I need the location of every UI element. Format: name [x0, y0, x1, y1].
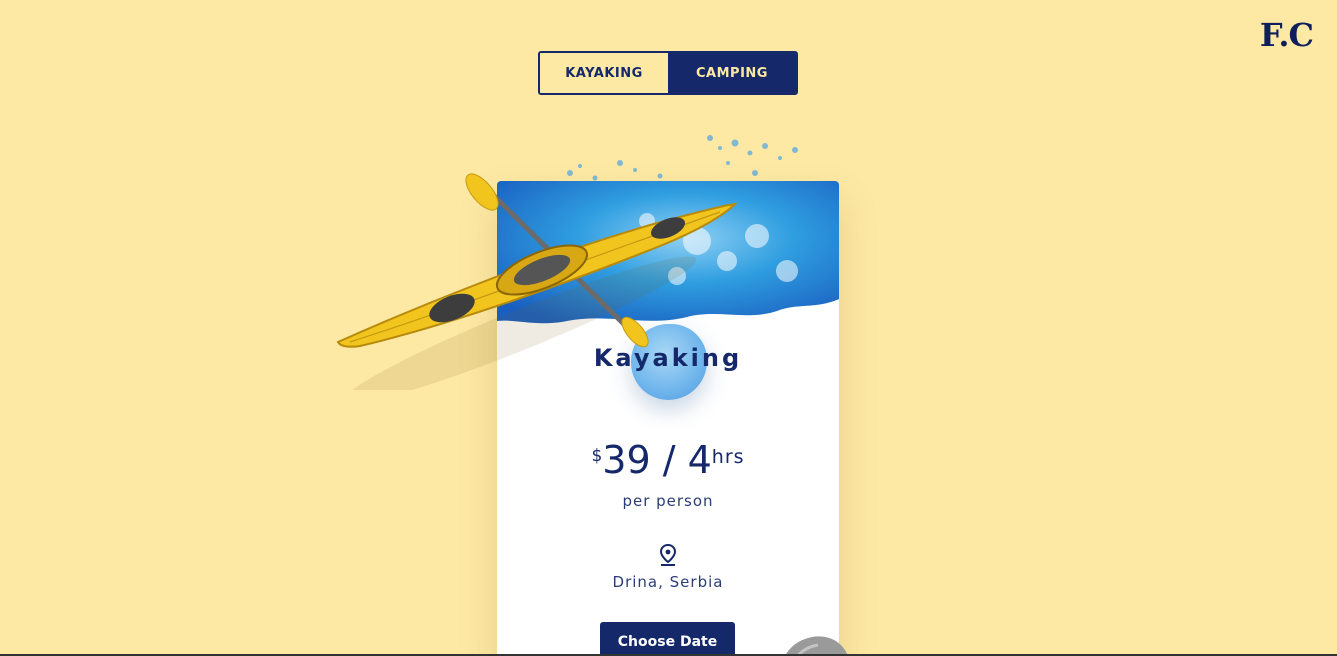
brand-logo[interactable]: F.C [1260, 16, 1314, 54]
choose-date-button[interactable]: Choose Date [600, 622, 735, 656]
activity-tabs: KAYAKING CAMPING [538, 51, 798, 95]
price-amount: 39 / 4 [602, 438, 712, 482]
price-unit: hrs [711, 446, 745, 468]
card-title: Kayaking [593, 344, 743, 372]
rock-image [785, 636, 848, 656]
tab-kayaking[interactable]: KAYAKING [540, 53, 668, 93]
per-person-label: per person [622, 492, 714, 510]
location-text: Drina, Serbia [612, 573, 724, 591]
location-pin-icon [659, 544, 677, 566]
price: $39 / 4hrs [497, 438, 839, 482]
tab-camping[interactable]: CAMPING [668, 53, 796, 93]
price-currency: $ [591, 446, 603, 466]
